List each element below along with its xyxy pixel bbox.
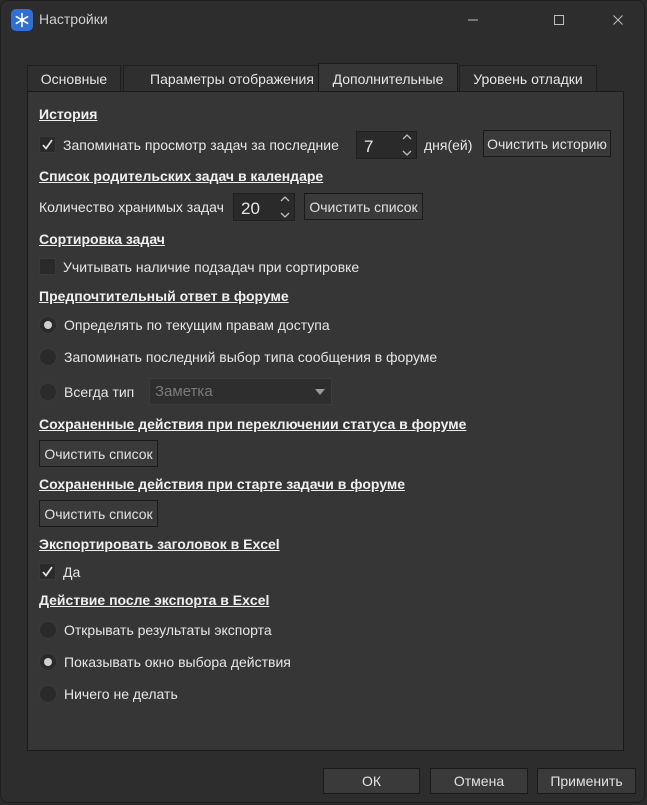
spin-down-icon <box>280 212 290 218</box>
sort-subtasks-checkbox[interactable] <box>39 258 56 275</box>
maximize-button[interactable] <box>539 5 579 35</box>
forum-type-value: Заметка <box>155 383 213 400</box>
clear-parent-list-button[interactable]: Очистить список <box>304 193 423 220</box>
radio-forum-remember-last[interactable] <box>39 348 57 366</box>
radio-excel-show-dialog[interactable] <box>39 653 57 671</box>
apply-button[interactable]: Применить <box>537 768 636 794</box>
excel-after-section-title: Действие после экспорта в Excel <box>39 592 270 608</box>
parent-count-value: 20 <box>241 199 260 218</box>
minimize-button[interactable] <box>453 5 493 35</box>
parent-list-section-title: Список родительских задач в календаре <box>39 168 324 184</box>
radio-excel-do-nothing[interactable] <box>39 685 57 703</box>
start-actions-section-title: Сохраненные действия при старте задачи в… <box>39 476 405 492</box>
history-days-unit: дня(ей) <box>424 137 473 153</box>
advanced-panel: История Запоминать просмотр задач за пос… <box>27 91 624 751</box>
excel-header-yes-label: Да <box>63 564 81 580</box>
excel-show-dialog-label: Показывать окно выбора действия <box>64 654 291 670</box>
status-actions-section-title: Сохраненные действия при переключении ст… <box>39 416 467 432</box>
forum-type-select[interactable]: Заметка <box>149 378 332 405</box>
app-snowflake-icon <box>11 9 33 31</box>
sorting-section-title: Сортировка задач <box>39 231 165 247</box>
history-remember-checkbox[interactable] <box>39 136 56 153</box>
radio-excel-open-results[interactable] <box>39 621 57 639</box>
spin-arrows[interactable] <box>400 134 414 156</box>
clear-history-button[interactable]: Очистить историю <box>483 130 611 157</box>
history-remember-label: Запоминать просмотр задач за последние <box>63 137 339 153</box>
settings-window: Настройки Основные Параметры отображения… <box>0 0 645 803</box>
checkmark-icon <box>42 139 53 150</box>
spin-down-icon <box>402 150 412 156</box>
tab-advanced[interactable]: Дополнительные <box>318 63 458 93</box>
maximize-icon <box>554 15 564 25</box>
tab-debug-level[interactable]: Уровень отладки <box>459 65 597 91</box>
history-days-spinbox[interactable]: 7 <box>356 131 417 159</box>
cancel-button[interactable]: Отмена <box>430 768 528 794</box>
history-days-value: 7 <box>364 137 374 156</box>
history-section-title: История <box>39 106 98 122</box>
excel-open-results-label: Открывать результаты экспорта <box>64 622 272 638</box>
title-bar: Настройки <box>1 1 644 39</box>
window-title: Настройки <box>39 11 108 27</box>
forum-reply-section-title: Предпочтительный ответ в форуме <box>39 288 289 304</box>
tab-general[interactable]: Основные <box>27 65 121 91</box>
checkmark-icon <box>42 566 53 577</box>
parent-count-label: Количество хранимых задач <box>39 199 224 215</box>
forum-by-rights-label: Определять по текущим правам доступа <box>64 317 330 333</box>
radio-forum-by-rights[interactable] <box>39 316 57 334</box>
excel-header-section-title: Экспортировать заголовок в Excel <box>39 536 280 552</box>
forum-remember-last-label: Запоминать последний выбор типа сообщени… <box>64 349 438 365</box>
minimize-icon <box>468 19 478 21</box>
spin-up-icon <box>280 196 290 202</box>
parent-count-spinbox[interactable]: 20 <box>233 193 295 221</box>
close-icon <box>613 15 623 25</box>
radio-forum-always-type[interactable] <box>39 383 57 401</box>
radio-dot <box>44 321 52 329</box>
close-button[interactable] <box>598 5 638 35</box>
sort-subtasks-label: Учитывать наличие подзадач при сортировк… <box>63 259 360 275</box>
chevron-down-icon <box>315 389 325 395</box>
excel-header-checkbox[interactable] <box>39 563 56 580</box>
clear-start-actions-button[interactable]: Очистить список <box>39 500 158 527</box>
clear-status-actions-button[interactable]: Очистить список <box>39 440 158 467</box>
radio-dot <box>44 658 52 666</box>
spin-arrows[interactable] <box>278 196 292 218</box>
excel-do-nothing-label: Ничего не делать <box>64 686 178 702</box>
forum-always-type-label: Всегда тип <box>64 384 135 400</box>
ok-button[interactable]: ОК <box>323 768 420 794</box>
tab-display-params[interactable]: Параметры отображения <box>123 65 341 91</box>
spin-up-icon <box>402 134 412 140</box>
